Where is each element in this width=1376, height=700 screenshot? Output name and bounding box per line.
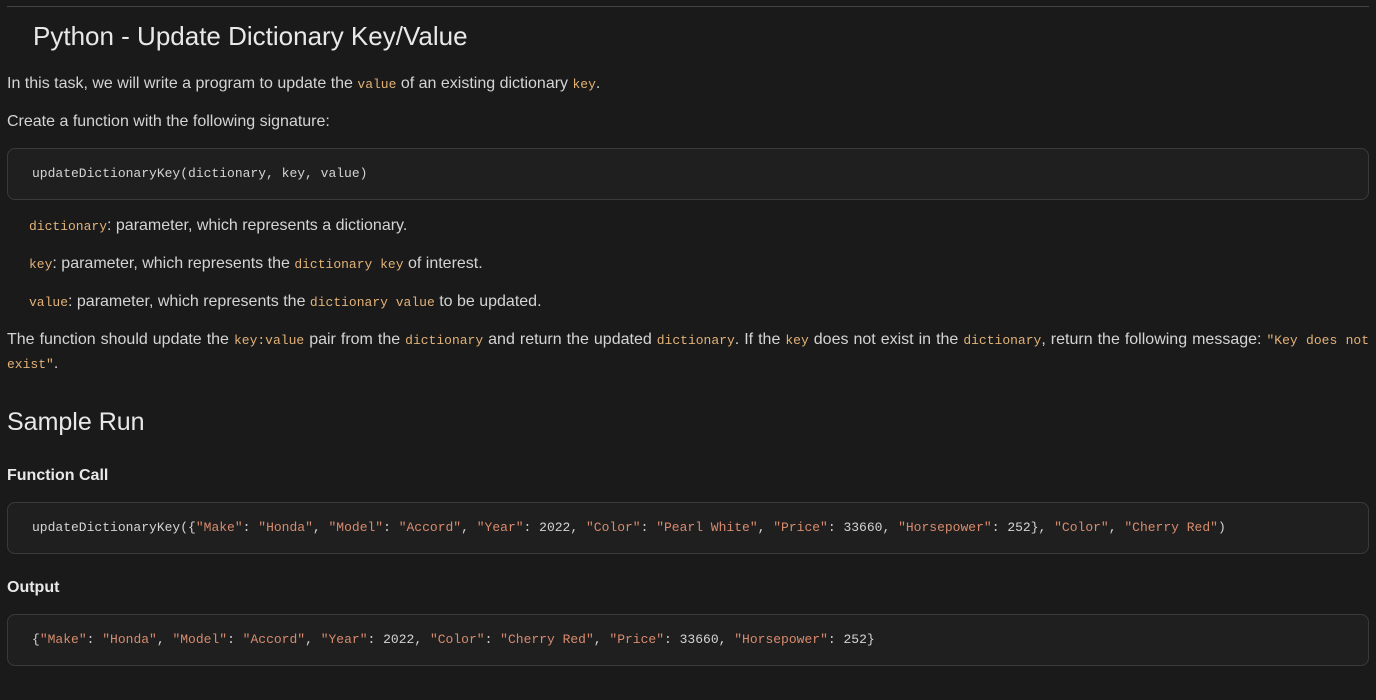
param-dictionary-text: : parameter, which represents a dictiona… <box>107 217 407 234</box>
description-paragraph: The function should update the key:value… <box>7 328 1369 376</box>
output-heading: Output <box>7 576 1369 600</box>
desc-c2: dictionary <box>405 333 483 348</box>
create-function-text: Create a function with the following sig… <box>7 110 1369 134</box>
param-key-code: key <box>29 257 52 272</box>
intro-text-3: . <box>596 75 600 92</box>
param-dictionary-code: dictionary <box>29 219 107 234</box>
desc-t2: pair from the <box>304 331 405 348</box>
intro-text-2: of an existing dictionary <box>396 75 572 92</box>
param-key: key: parameter, which represents the dic… <box>29 252 1369 276</box>
signature-codeblock: updateDictionaryKey(dictionary, key, val… <box>7 148 1369 200</box>
param-value-code: value <box>29 295 68 310</box>
signature-text: updateDictionaryKey(dictionary, key, val… <box>32 166 367 181</box>
desc-t6: , return the following message: <box>1041 331 1266 348</box>
divider <box>7 6 1369 7</box>
desc-c1: key:value <box>234 333 304 348</box>
output-codeblock: {"Make": "Honda", "Model": "Accord", "Ye… <box>7 614 1369 666</box>
intro-paragraph: In this task, we will write a program to… <box>7 72 1369 96</box>
page-title: Python - Update Dictionary Key/Value <box>33 17 1369 56</box>
desc-t1: The function should update the <box>7 331 234 348</box>
desc-t7: . <box>54 355 58 372</box>
sample-run-heading: Sample Run <box>7 404 1369 442</box>
desc-c3: dictionary <box>657 333 735 348</box>
param-key-text-1: : parameter, which represents the <box>52 255 294 272</box>
param-dictionary: dictionary: parameter, which represents … <box>29 214 1369 238</box>
param-value-code-2: dictionary value <box>310 295 435 310</box>
intro-text-1: In this task, we will write a program to… <box>7 75 357 92</box>
desc-t5: does not exist in the <box>809 331 964 348</box>
intro-code-value: value <box>357 77 396 92</box>
intro-code-key: key <box>573 77 596 92</box>
desc-t4: . If the <box>735 331 786 348</box>
param-value-text-1: : parameter, which represents the <box>68 293 310 310</box>
function-call-heading: Function Call <box>7 464 1369 488</box>
function-call-codeblock: updateDictionaryKey({"Make": "Honda", "M… <box>7 502 1369 554</box>
desc-c5: dictionary <box>963 333 1041 348</box>
param-value-text-2: to be updated. <box>435 293 542 310</box>
param-key-text-2: of interest. <box>404 255 483 272</box>
desc-t3: and return the updated <box>483 331 657 348</box>
param-key-code-2: dictionary key <box>294 257 403 272</box>
desc-c4: key <box>785 333 808 348</box>
param-value: value: parameter, which represents the d… <box>29 290 1369 314</box>
